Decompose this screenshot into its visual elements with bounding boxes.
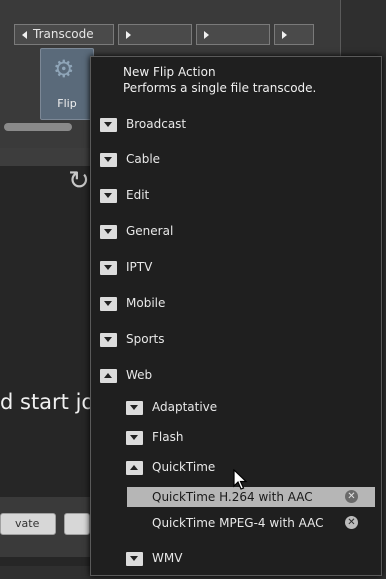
- preset-quicktime-h264-aac[interactable]: QuickTime H.264 with AAC ✕: [127, 487, 375, 507]
- menu-header[interactable]: New Flip Action Performs a single file t…: [123, 64, 316, 96]
- collapse-caret-icon: [100, 368, 117, 383]
- category-cable[interactable]: Cable: [100, 149, 160, 169]
- start-job-text: d start jo: [0, 390, 95, 414]
- preset-label: QuickTime MPEG-4 with AAC: [152, 516, 324, 530]
- expand-caret-icon: [126, 430, 143, 445]
- preset-label: QuickTime H.264 with AAC: [152, 490, 313, 504]
- menu-subtitle: Performs a single file transcode.: [123, 81, 317, 95]
- subcategory-label: WMV: [152, 551, 183, 565]
- category-sports[interactable]: Sports: [100, 329, 164, 349]
- collapse-caret-icon: [126, 460, 143, 475]
- remove-preset-icon[interactable]: ✕: [345, 490, 358, 503]
- expand-caret-icon: [126, 551, 143, 566]
- flip-action-label: Flip: [57, 97, 77, 110]
- panel-header: [0, 148, 90, 166]
- category-broadcast[interactable]: Broadcast: [100, 114, 186, 134]
- tab-transcode[interactable]: Transcode: [14, 24, 114, 45]
- category-web[interactable]: Web: [100, 365, 152, 385]
- subcategory-label: Flash: [152, 430, 184, 444]
- category-iptv[interactable]: IPTV: [100, 257, 152, 277]
- flip-action-button[interactable]: ⚙ Flip: [40, 48, 94, 120]
- subcategory-label: Adaptative: [152, 400, 218, 414]
- remove-preset-icon[interactable]: ✕: [345, 516, 358, 529]
- expand-caret-icon: [100, 117, 117, 132]
- category-label: Sports: [126, 332, 165, 346]
- play-arrow-icon: [126, 30, 131, 39]
- expand-caret-icon: [100, 152, 117, 167]
- subcategory-label: QuickTime: [152, 460, 216, 474]
- expand-caret-icon: [100, 332, 117, 347]
- gear-icon: ⚙: [53, 55, 75, 83]
- subcategory-quicktime[interactable]: QuickTime: [126, 457, 215, 477]
- category-label: Edit: [126, 188, 150, 202]
- expand-caret-icon: [126, 400, 143, 415]
- activate-button[interactable]: vate: [0, 513, 56, 535]
- menu-title: New Flip Action: [123, 65, 216, 79]
- play-arrow-icon: [204, 30, 209, 39]
- category-general[interactable]: General: [100, 221, 173, 241]
- horizontal-scrollbar[interactable]: [4, 123, 72, 131]
- category-label: General: [126, 224, 174, 238]
- category-mobile[interactable]: Mobile: [100, 293, 165, 313]
- mouse-cursor-icon: [233, 469, 248, 490]
- preset-quicktime-mpeg4-aac[interactable]: QuickTime MPEG-4 with AAC ✕: [127, 513, 375, 533]
- expand-caret-icon: [100, 296, 117, 311]
- tab-slot-2[interactable]: [118, 24, 192, 45]
- subcategory-adaptative[interactable]: Adaptative: [126, 397, 217, 417]
- secondary-button[interactable]: [64, 513, 90, 535]
- category-label: Web: [126, 368, 153, 382]
- refresh-icon: ↻: [68, 166, 90, 196]
- subcategory-flash[interactable]: Flash: [126, 427, 183, 447]
- tab-transcode-label: Transcode: [33, 27, 94, 41]
- category-label: IPTV: [126, 260, 153, 274]
- play-arrow-icon: [282, 30, 287, 39]
- subcategory-wmv[interactable]: WMV: [126, 548, 182, 568]
- category-label: Cable: [126, 152, 161, 166]
- new-action-menu: New Flip Action Performs a single file t…: [90, 56, 382, 576]
- tab-slot-3[interactable]: [196, 24, 270, 45]
- category-label: Mobile: [126, 296, 166, 310]
- tab-slot-4[interactable]: [274, 24, 314, 45]
- tab-scroll-left-icon[interactable]: [22, 30, 27, 39]
- category-label: Broadcast: [126, 117, 187, 131]
- expand-caret-icon: [100, 260, 117, 275]
- category-edit[interactable]: Edit: [100, 185, 149, 205]
- expand-caret-icon: [100, 188, 117, 203]
- expand-caret-icon: [100, 224, 117, 239]
